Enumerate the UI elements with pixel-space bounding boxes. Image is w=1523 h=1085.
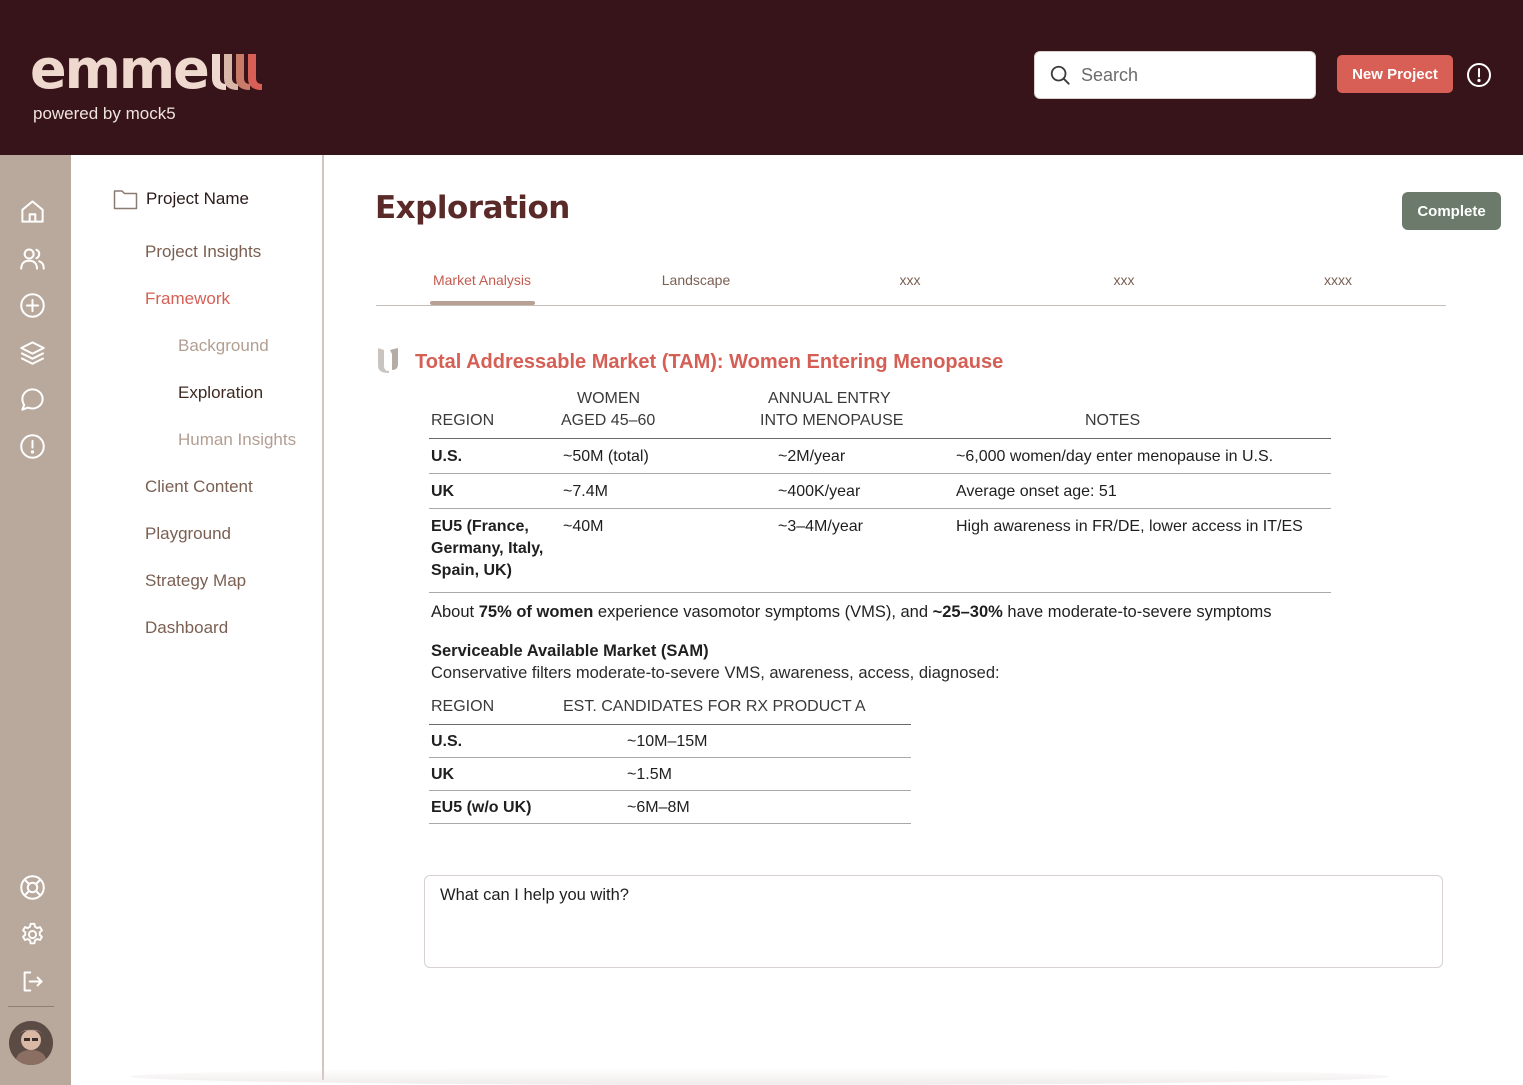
logo-mark-icon	[211, 54, 262, 90]
settings-icon[interactable]	[19, 921, 46, 948]
table-header-row: REGION WOMEN AGED 45–60 ANNUAL ENTRY INTO …	[429, 388, 1331, 439]
brand-logo[interactable]: emme	[30, 38, 266, 101]
table-cell: Average onset age: 51	[954, 473, 1331, 509]
sidebar-item-dashboard[interactable]: Dashboard	[145, 618, 228, 638]
table-header: REGION	[429, 388, 561, 439]
sidebar-item-background[interactable]: Background	[178, 336, 269, 356]
table-cell: EU5 (France, Germany, Italy, Spain, UK)	[429, 508, 561, 593]
active-tab-indicator	[430, 301, 535, 305]
tab-xxxx[interactable]: xxxx	[1324, 272, 1352, 288]
tab-market-analysis[interactable]: Market Analysis	[433, 272, 531, 288]
table-cell: ~400K/year	[758, 473, 954, 509]
project-name: Project Name	[146, 189, 249, 208]
table-cell: ~7.4M	[561, 473, 758, 509]
table-cell: High awareness in FR/DE, lower access in…	[954, 508, 1331, 593]
sidebar-item-playground[interactable]: Playground	[145, 524, 231, 544]
layers-icon[interactable]	[19, 339, 46, 366]
sidebar-item-human-insights[interactable]: Human Insights	[178, 430, 296, 450]
sidebar-item-project-insights[interactable]: Project Insights	[145, 242, 261, 262]
table-cell: ~40M	[561, 508, 758, 593]
plus-circle-icon[interactable]	[19, 292, 46, 319]
alert-circle-icon[interactable]	[19, 433, 46, 460]
table-cell: ~1.5M	[561, 757, 911, 791]
app-header: emme powered by mock5 New Project	[0, 0, 1523, 155]
help-lifebuoy-icon[interactable]	[19, 874, 46, 901]
search-icon	[1050, 65, 1070, 85]
table-header: NOTES	[954, 388, 1331, 439]
table-header: WOMEN AGED 45–60	[561, 388, 758, 439]
table-cell: ~50M (total)	[561, 438, 758, 474]
page-title: Exploration	[375, 190, 570, 226]
sam-subtitle: Conservative filters moderate-to-severe …	[431, 664, 1000, 682]
sidebar-item-framework[interactable]: Framework	[145, 289, 230, 309]
logo-wordmark: emme	[30, 38, 210, 101]
tab-xxx-2[interactable]: xxx	[1114, 272, 1135, 288]
tam-table: REGION WOMEN AGED 45–60 ANNUAL ENTRY INTO …	[429, 388, 1331, 593]
table-cell: ~10M–15M	[561, 724, 911, 758]
rail-divider	[8, 1006, 54, 1007]
folder-icon	[113, 190, 138, 210]
users-icon[interactable]	[19, 245, 46, 272]
chat-prompt-input[interactable]	[424, 875, 1443, 968]
table-cell: ~2M/year	[758, 438, 954, 474]
section-brand-icon	[378, 348, 398, 373]
new-project-button[interactable]: New Project	[1337, 55, 1453, 93]
table-header: EST. CANDIDATES FOR RX PRODUCT A	[561, 694, 911, 725]
user-photo-icon	[9, 1021, 53, 1065]
table-cell: EU5 (w/o UK)	[429, 790, 561, 824]
avatar[interactable]	[9, 1021, 53, 1065]
search-box[interactable]	[1034, 51, 1316, 99]
sam-title: Serviceable Available Market (SAM)	[431, 642, 709, 660]
table-cell: ~6M–8M	[561, 790, 911, 824]
home-icon[interactable]	[19, 198, 46, 225]
search-input[interactable]	[1081, 64, 1301, 86]
project-header[interactable]: Project Name	[113, 188, 249, 210]
table-header: ANNUAL ENTRY INTO MENOPAUSE	[758, 388, 954, 439]
bottom-fade	[130, 1068, 1390, 1085]
vms-summary-text: About 75% of women experience vasomotor …	[431, 603, 1272, 621]
logout-icon[interactable]	[19, 968, 46, 995]
sidebar-item-strategy-map[interactable]: Strategy Map	[145, 571, 246, 591]
complete-button[interactable]: Complete	[1402, 192, 1501, 230]
table-cell: U.S.	[429, 438, 561, 474]
table-row: UK ~1.5M	[429, 757, 911, 791]
sidebar-item-client-content[interactable]: Client Content	[145, 477, 253, 497]
icon-rail	[0, 155, 71, 1085]
table-row: EU5 (France, Germany, Italy, Spain, UK) …	[429, 508, 1331, 593]
alert-icon[interactable]	[1466, 62, 1492, 88]
sidebar-item-exploration[interactable]: Exploration	[178, 383, 263, 403]
table-cell: U.S.	[429, 724, 561, 758]
table-row: U.S. ~50M (total) ~2M/year ~6,000 women/…	[429, 438, 1331, 474]
table-row: UK ~7.4M ~400K/year Average onset age: 5…	[429, 473, 1331, 509]
tab-bar: Market Analysis Landscape xxx xxx xxxx	[376, 264, 1446, 306]
table-header: REGION	[429, 694, 561, 725]
table-header-row: REGION EST. CANDIDATES FOR RX PRODUCT A	[429, 694, 911, 725]
table-cell: UK	[429, 473, 561, 509]
tab-landscape[interactable]: Landscape	[662, 272, 731, 288]
sam-table: REGION EST. CANDIDATES FOR RX PRODUCT A …	[429, 694, 911, 824]
section-title: Total Addressable Market (TAM): Women En…	[415, 351, 1004, 373]
sidebar-divider	[322, 155, 324, 1080]
table-row: U.S. ~10M–15M	[429, 724, 911, 758]
tab-xxx-1[interactable]: xxx	[900, 272, 921, 288]
table-row: EU5 (w/o UK) ~6M–8M	[429, 790, 911, 824]
powered-by-text: powered by mock5	[33, 104, 176, 123]
table-cell: ~6,000 women/day enter menopause in U.S.	[954, 438, 1331, 474]
chat-icon[interactable]	[19, 386, 46, 413]
table-cell: ~3–4M/year	[758, 508, 954, 593]
table-cell: UK	[429, 757, 561, 791]
